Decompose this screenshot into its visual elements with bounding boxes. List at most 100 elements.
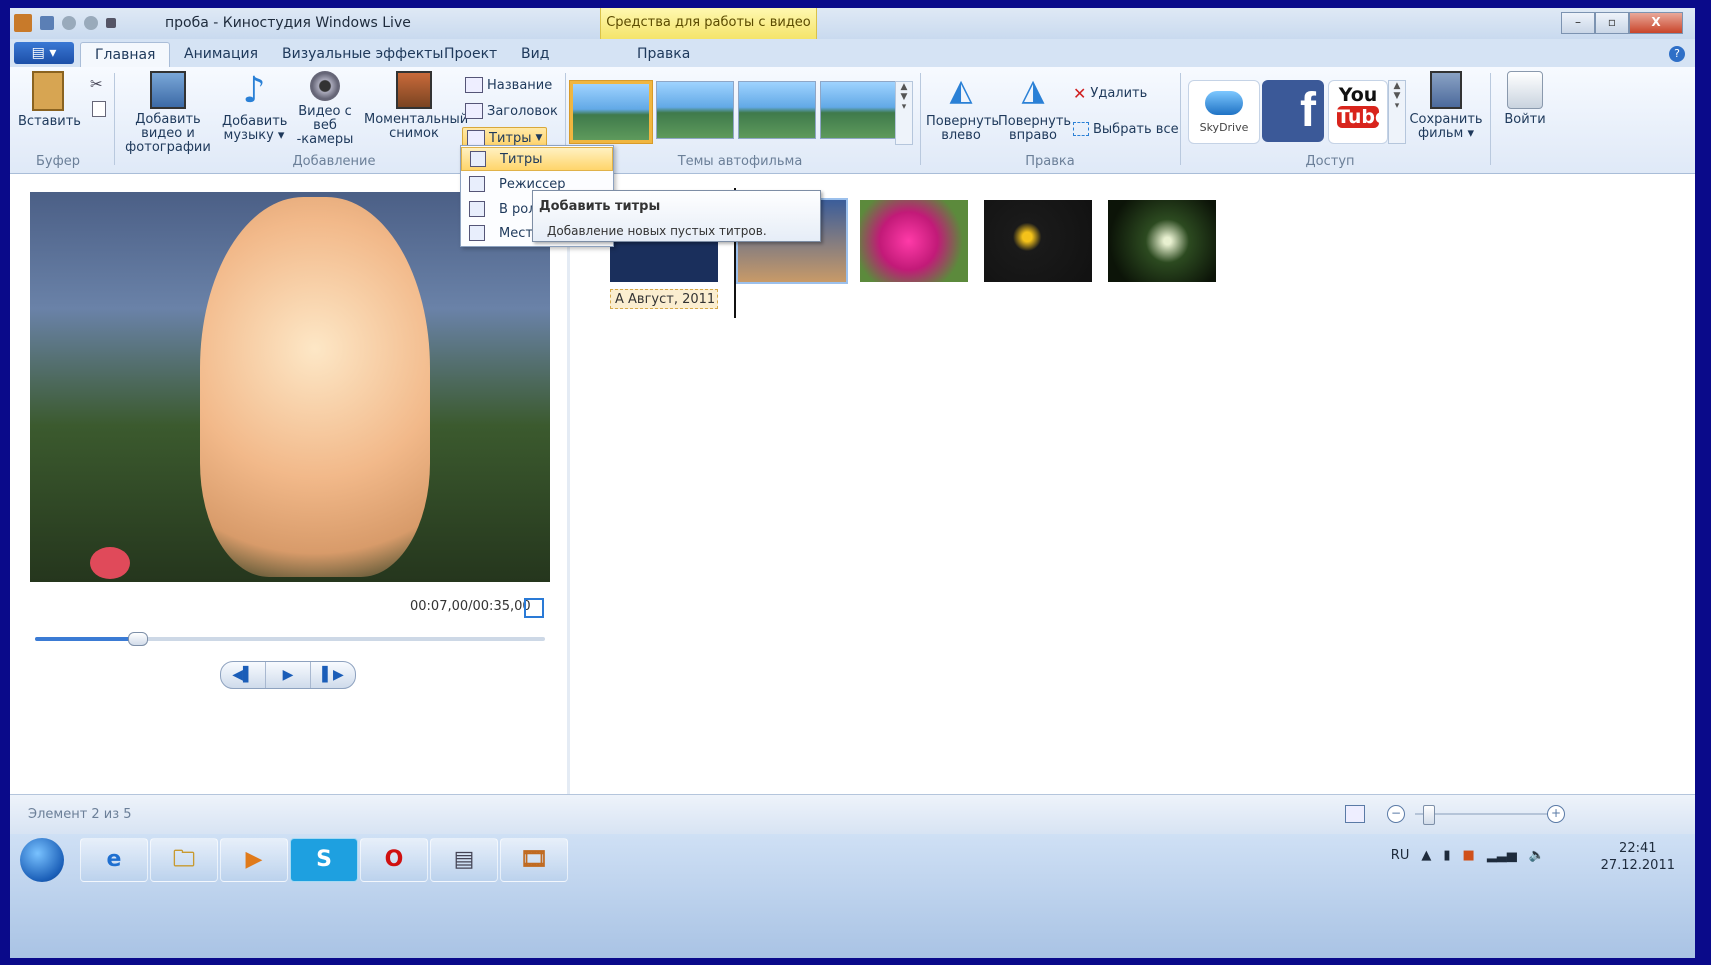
taskbar-notes[interactable]: ▤	[430, 838, 498, 882]
window-title: проба - Киностудия Windows Live	[165, 15, 411, 31]
tooltip-title: Добавить титры	[539, 199, 661, 214]
tab-animations[interactable]: Анимация	[170, 42, 272, 67]
zoom-slider[interactable]	[1415, 805, 1555, 825]
starring-icon	[469, 201, 485, 217]
user-icon	[1507, 71, 1543, 109]
ribbon-separator	[920, 73, 921, 165]
taskbar-skype[interactable]: S	[290, 838, 358, 882]
undo-icon[interactable]	[62, 16, 76, 30]
group-label-share: Доступ	[1305, 154, 1355, 169]
menu-item-credits[interactable]: Титры	[461, 147, 613, 171]
quick-access-toolbar	[14, 14, 116, 32]
zoom-thumb[interactable]	[1423, 805, 1435, 825]
gallery-scroll[interactable]: ▲ ▼ ▾	[895, 81, 913, 145]
office-icon[interactable]: ■	[1463, 848, 1475, 863]
next-frame-button[interactable]: ▌▶	[311, 662, 355, 688]
credits-icon	[467, 130, 485, 146]
theme-thumbnail-1[interactable]	[570, 81, 652, 143]
seek-bar[interactable]	[35, 632, 545, 646]
zoom-in-icon[interactable]: +	[1547, 805, 1565, 823]
delete-label: Удалить	[1090, 85, 1148, 101]
ribbon-tabs: ▤ ▾ Главная Анимация Визуальные эффекты …	[10, 39, 1695, 68]
start-button[interactable]	[20, 838, 64, 882]
music-note-icon: ♪	[242, 70, 266, 111]
tab-view[interactable]: Вид	[507, 42, 563, 67]
storyboard-clip-5[interactable]	[1108, 200, 1216, 282]
cut-icon[interactable]: ✂	[90, 75, 103, 93]
skydrive-button[interactable]: SkyDrive	[1188, 80, 1260, 144]
youtube-button[interactable]: You Tube	[1328, 80, 1388, 144]
title-button[interactable]: Название	[465, 75, 552, 95]
clock-time: 22:41	[1619, 841, 1657, 856]
title-label: Название	[487, 77, 553, 93]
window-controls: – ▫ X	[1561, 12, 1683, 34]
theme-thumbnail-3[interactable]	[738, 81, 816, 139]
volume-icon[interactable]: 🔈	[1529, 848, 1545, 863]
paste-button[interactable]: Вставить	[18, 71, 81, 129]
taskbar-movie-maker[interactable]: 🎞	[500, 838, 568, 882]
rotate-right-button[interactable]: ◮ Повернуть вправо	[998, 71, 1071, 143]
tab-project[interactable]: Проект	[430, 42, 511, 67]
play-button[interactable]: ▶	[266, 662, 311, 688]
theme-thumbnail-4[interactable]	[820, 81, 898, 139]
fullscreen-icon[interactable]	[524, 598, 544, 618]
tab-visual-effects[interactable]: Визуальные эффекты	[268, 42, 457, 67]
taskbar-opera[interactable]: O	[360, 838, 428, 882]
save-movie-icon	[1430, 71, 1462, 109]
theme-thumbnail-2[interactable]	[656, 81, 734, 139]
select-all-icon	[1073, 122, 1089, 136]
language-indicator[interactable]: RU	[1391, 848, 1410, 863]
video-preview[interactable]	[30, 192, 550, 582]
redo-icon[interactable]	[84, 16, 98, 30]
save-icon[interactable]	[40, 16, 54, 30]
minimize-button[interactable]: –	[1561, 12, 1595, 34]
skydrive-label: SkyDrive	[1199, 121, 1249, 134]
add-music-button[interactable]: ♪ Добавить музыку ▾	[222, 70, 287, 143]
preview-pane: 00:07,00/00:35,00 ◀▌ ▶ ▌▶	[10, 174, 570, 794]
group-label-edit: Правка	[1025, 154, 1075, 169]
add-video-photos-button[interactable]: Добавить видео и фотографии	[118, 71, 218, 155]
tray-expand-icon[interactable]: ▲	[1421, 848, 1431, 863]
customize-qat-icon[interactable]	[106, 18, 116, 28]
chevron-down-icon: ▼	[535, 133, 543, 143]
facebook-button[interactable]: f	[1262, 80, 1324, 142]
tab-home[interactable]: Главная	[80, 42, 171, 68]
snapshot-button[interactable]: Моментальный снимок	[364, 71, 468, 141]
filmstrip-photo-icon	[150, 71, 186, 109]
webcam-video-button[interactable]: Видео с веб -камеры	[288, 71, 362, 147]
delete-button[interactable]: ✕ Удалить	[1073, 83, 1147, 103]
network-icon[interactable]: ▂▃▅	[1487, 848, 1517, 863]
copy-icon[interactable]	[92, 101, 106, 117]
select-all-button[interactable]: Выбрать все	[1073, 119, 1179, 139]
status-bar: Элемент 2 из 5 − +	[10, 794, 1695, 835]
storyboard-pane: A Август, 2011	[570, 174, 1695, 794]
clock-date: 27.12.2011	[1600, 858, 1675, 873]
caption-label: Заголовок	[487, 103, 558, 119]
app-icon[interactable]	[14, 14, 32, 32]
taskbar-media-player[interactable]: ▶	[220, 838, 288, 882]
file-menu-button[interactable]: ▤ ▾	[14, 42, 74, 64]
storyboard-view-icon[interactable]	[1345, 805, 1365, 823]
clock[interactable]: 22:41 27.12.2011	[1601, 840, 1675, 874]
save-movie-button[interactable]: Сохранить фильм ▾	[1406, 71, 1486, 141]
snapshot-icon	[396, 71, 432, 109]
seek-thumb[interactable]	[128, 632, 148, 646]
tab-edit[interactable]: Правка	[623, 42, 704, 67]
taskbar-ie[interactable]: e	[80, 838, 148, 882]
sign-in-button[interactable]: Войти	[1495, 71, 1555, 127]
storyboard-clip-4[interactable]	[984, 200, 1092, 282]
close-button[interactable]: X	[1629, 12, 1683, 34]
rotate-left-button[interactable]: ◭ Повернуть влево	[926, 71, 999, 143]
previous-frame-button[interactable]: ◀▌	[221, 662, 266, 688]
help-icon[interactable]: ?	[1669, 46, 1685, 62]
caption-overlay[interactable]: A Август, 2011	[610, 289, 718, 309]
share-gallery-scroll[interactable]: ▲ ▼ ▾	[1388, 80, 1406, 144]
zoom-out-icon[interactable]: −	[1387, 805, 1405, 823]
caption-button[interactable]: Заголовок	[465, 101, 558, 121]
maximize-button[interactable]: ▫	[1595, 12, 1629, 34]
taskbar-explorer[interactable]: 🗀	[150, 838, 218, 882]
battery-icon[interactable]: ▮	[1443, 848, 1450, 863]
flower-image	[200, 197, 430, 577]
credits-icon	[470, 151, 486, 167]
storyboard-clip-3[interactable]	[860, 200, 968, 282]
